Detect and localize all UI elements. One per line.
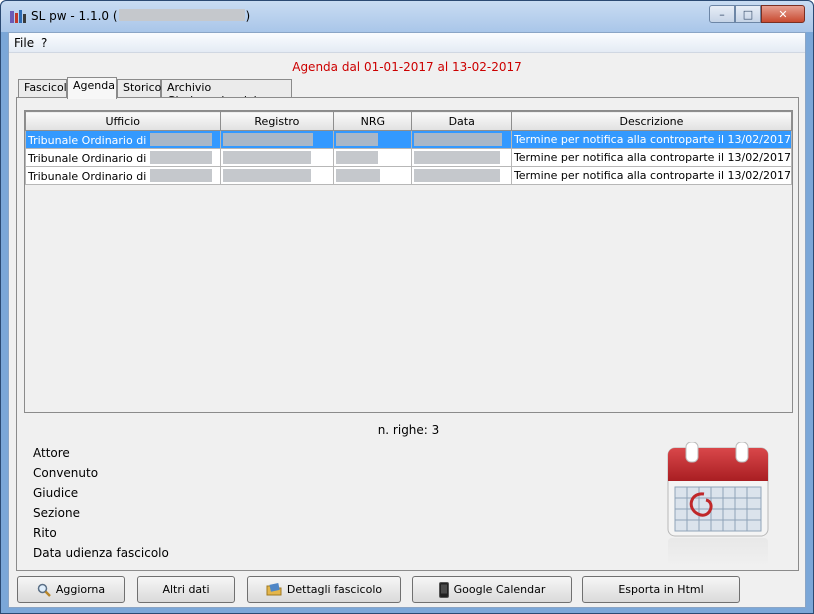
detail-data-udienza: Data udienza fascicolo <box>33 546 169 560</box>
case-details-button[interactable]: Dettagli fascicolo <box>247 576 401 603</box>
menu-help[interactable]: ? <box>41 36 47 50</box>
button-bar: Aggiorna Altri dati Dettagli fascicolo G… <box>9 573 805 607</box>
detail-giudice: Giudice <box>33 486 79 500</box>
cell-nrg <box>333 166 413 185</box>
google-calendar-label: Google Calendar <box>453 583 546 596</box>
cell-ufficio-text: Tribunale Ordinario di <box>28 151 147 165</box>
client-area: File ? Agenda dal 01-01-2017 al 13-02-20… <box>8 32 806 608</box>
cell-registro <box>219 166 335 185</box>
detail-sezione: Sezione <box>33 506 80 520</box>
redacted-value <box>222 150 311 164</box>
table-header: Ufficio Registro NRG Data Descrizione <box>25 111 793 131</box>
minimize-button[interactable]: – <box>709 5 735 23</box>
column-header-descrizione[interactable]: Descrizione <box>510 111 793 131</box>
window-title: SL pw - 1.1.0 () <box>31 9 250 23</box>
export-html-button[interactable]: Esporta in Html <box>582 576 740 603</box>
redacted-value <box>336 132 379 146</box>
export-html-label: Esporta in Html <box>618 583 704 596</box>
cell-registro <box>219 130 335 149</box>
redacted-value <box>149 132 212 146</box>
redacted-value <box>414 168 501 182</box>
app-icon <box>10 10 26 23</box>
redacted-value <box>336 150 379 164</box>
cell-descrizione: Termine per notifica alla controparte il… <box>510 130 793 149</box>
redacted-title-part <box>118 9 245 21</box>
title-bar[interactable]: SL pw - 1.1.0 () – □ ✕ <box>1 1 813 32</box>
window-title-suffix: ) <box>245 9 251 23</box>
redacted-value <box>222 168 311 182</box>
cell-ufficio-text: Tribunale Ordinario di <box>28 169 147 183</box>
cell-descrizione: Termine per notifica alla controparte il… <box>510 166 793 185</box>
cell-ufficio: Tribunale Ordinario di <box>25 130 221 149</box>
column-header-data[interactable]: Data <box>411 111 512 131</box>
column-header-ufficio[interactable]: Ufficio <box>25 111 221 131</box>
cell-ufficio: Tribunale Ordinario di <box>25 148 221 167</box>
redacted-value <box>149 168 212 182</box>
cell-ufficio: Tribunale Ordinario di <box>25 166 221 185</box>
agenda-table: Ufficio Registro NRG Data Descrizione Tr… <box>24 110 793 413</box>
cell-data <box>411 130 512 149</box>
detail-rito: Rito <box>33 526 57 540</box>
detail-convenuto: Convenuto <box>33 466 99 480</box>
detail-attore: Attore <box>33 446 70 460</box>
refresh-button[interactable]: Aggiorna <box>17 576 125 603</box>
tab-storico[interactable]: Storico <box>117 79 161 98</box>
calendar-icon <box>667 442 769 566</box>
tab-agenda[interactable]: Agenda <box>67 77 117 99</box>
redacted-value <box>222 132 313 146</box>
redacted-value <box>336 168 381 182</box>
tab-archivio-giurisprudenziale[interactable]: Archivio Giurisprudenziale <box>161 79 292 107</box>
agenda-panel: Ufficio Registro NRG Data Descrizione Tr… <box>16 97 799 571</box>
table-row[interactable]: Tribunale Ordinario di Termine per notif… <box>25 130 793 149</box>
google-calendar-button[interactable]: Google Calendar <box>412 576 572 603</box>
row-count: n. righe: 3 <box>377 423 440 437</box>
cell-ufficio-text: Tribunale Ordinario di <box>28 133 147 147</box>
redacted-value <box>414 132 503 146</box>
cell-nrg <box>333 130 413 149</box>
magnifier-icon <box>37 583 51 597</box>
phone-icon <box>438 581 449 598</box>
cell-data <box>411 148 512 167</box>
cell-registro <box>219 148 335 167</box>
menu-file[interactable]: File <box>14 36 34 50</box>
more-data-button[interactable]: Altri dati <box>137 576 235 603</box>
window-title-prefix: SL pw - 1.1.0 ( <box>31 9 118 23</box>
redacted-value <box>149 150 212 164</box>
column-header-registro[interactable]: Registro <box>219 111 335 131</box>
table-row[interactable]: Tribunale Ordinario di Termine per notif… <box>25 148 793 167</box>
column-header-nrg[interactable]: NRG <box>333 111 413 131</box>
cell-data <box>411 166 512 185</box>
details-list: Attore Convenuto Giudice Sezione Rito Da… <box>33 443 169 563</box>
menu-bar: File ? <box>9 33 805 53</box>
cell-descrizione: Termine per notifica alla controparte il… <box>510 148 793 167</box>
agenda-title: Agenda dal 01-01-2017 al 13-02-2017 <box>292 60 522 74</box>
folder-icon <box>266 583 282 596</box>
refresh-label: Aggiorna <box>55 583 106 596</box>
more-data-label: Altri dati <box>162 583 210 596</box>
maximize-button[interactable]: □ <box>735 5 761 23</box>
case-details-label: Dettagli fascicolo <box>286 583 383 596</box>
redacted-value <box>414 150 501 164</box>
tab-fascicoli[interactable]: Fascicoli <box>18 79 70 98</box>
cell-nrg <box>333 148 413 167</box>
window-controls: – □ ✕ <box>709 5 805 23</box>
table-row[interactable]: Tribunale Ordinario di Termine per notif… <box>25 166 793 185</box>
close-button[interactable]: ✕ <box>761 5 805 23</box>
app-window: SL pw - 1.1.0 () – □ ✕ File ? Agenda dal… <box>0 0 814 614</box>
